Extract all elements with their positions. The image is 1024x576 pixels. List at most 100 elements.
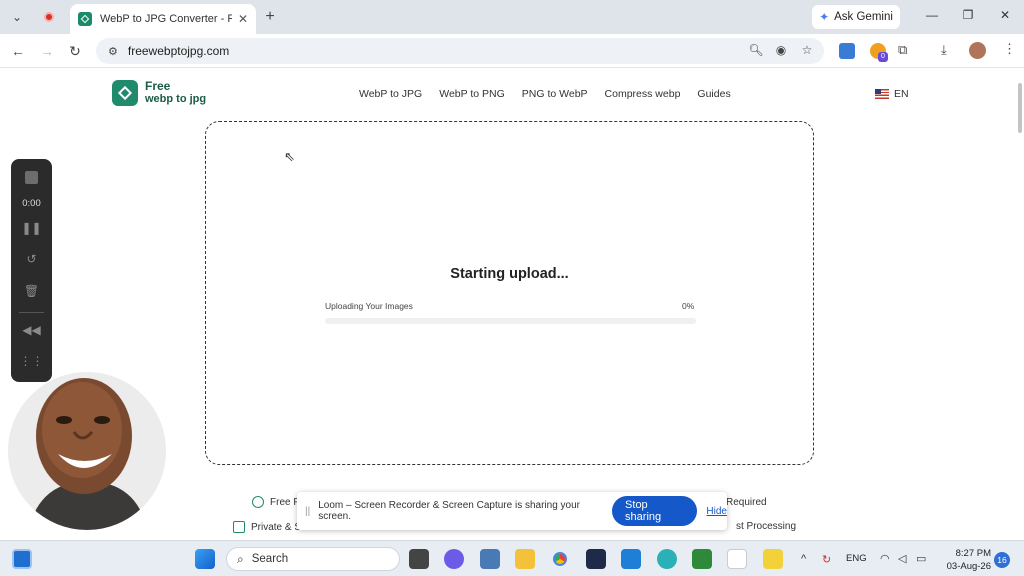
stop-sharing-button[interactable]: Stop sharing [612,496,698,526]
tracking-protection-icon[interactable]: ◉ [773,43,789,57]
grid-dots-icon[interactable]: ⋮⋮ [11,354,52,368]
remote-desktop-icon[interactable] [480,549,500,569]
reload-icon[interactable]: ↻ [65,42,85,60]
share-message: Loom – Screen Recorder & Screen Capture … [318,500,580,522]
presenter-face-image [8,372,166,530]
mouse-cursor-icon: ⇖ [284,149,295,164]
us-flag-icon [875,89,889,99]
feature-required: Required [726,497,767,508]
windows-start-icon[interactable] [195,549,215,569]
hide-banner-link[interactable]: Hide [706,506,727,517]
clock-time: 8:27 PM [955,548,991,559]
download-icon[interactable]: ⤓ [941,42,947,58]
input-language[interactable]: ENG [846,553,867,564]
taskbar-search[interactable]: ⌕ Search [226,547,400,571]
feature-required-label: Required [726,497,767,508]
widgets-icon[interactable] [12,549,32,569]
stop-recording-icon[interactable] [11,171,52,187]
nav-webp-to-png[interactable]: WebP to PNG [439,88,505,100]
upload-progress-percent: 0% [682,301,695,311]
bookmark-star-icon[interactable]: ☆ [799,43,815,57]
sticky-notes-icon[interactable] [763,549,783,569]
upload-progress-bar [325,318,696,324]
chat-app-icon[interactable] [444,549,464,569]
site-settings-icon[interactable]: ⚙ [108,45,118,58]
lock-icon [233,521,245,533]
nav-png-to-webp[interactable]: PNG to WebP [522,88,588,100]
gemini-sparkle-icon: ✦ [819,10,830,24]
drag-handle-icon[interactable]: || [305,506,310,517]
url-text: freewebptojpg.com [127,44,230,58]
translate-extension-icon[interactable] [839,43,855,59]
loom-control-bar: 0:00 ❚❚ ↺ 🗑︎ ◀◀ ⋮⋮ [11,159,52,382]
new-tab-button[interactable]: + [258,6,282,28]
notification-badge[interactable]: 16 [994,552,1010,568]
site-favicon-icon [78,12,92,26]
logo-mark-icon [112,80,138,106]
tab-active[interactable]: WebP to JPG Converter - Free, f ✕ [70,4,256,34]
volume-icon[interactable]: ◁ [898,552,906,565]
app-tools-icon[interactable] [692,549,712,569]
rewind-icon[interactable]: ◀◀ [11,323,52,337]
edge-style-app-icon[interactable] [657,549,677,569]
file-explorer-icon[interactable] [515,549,535,569]
nav-webp-to-jpg[interactable]: WebP to JPG [359,88,422,100]
browser-toolbar: ← → ↻ ⚙ freewebptojpg.com 🔍︎ ◉ ☆ 0 ⧉ ⤓ ⋮ [0,34,1024,68]
word-w-icon[interactable] [727,549,747,569]
taskbar-search-label: Search [251,553,289,565]
feature-private: Private & S [233,521,301,533]
feature-free: Free F [252,496,299,508]
feature-fast-label: st Processing [736,521,797,532]
site-logo[interactable]: Free webp to jpg [112,80,206,106]
chrome-browser-icon[interactable] [550,549,570,569]
tab-title: WebP to JPG Converter - Free, f [100,13,232,25]
vscode-icon[interactable] [621,549,641,569]
pause-icon[interactable]: ❚❚ [11,221,52,235]
recording-indicator-icon[interactable] [37,6,61,28]
language-selector[interactable]: EN [875,88,909,100]
forward-arrow-icon[interactable]: → [37,42,57,60]
zoom-icon[interactable]: 🔍︎ [748,43,764,57]
feature-free-label: Free F [270,496,300,508]
extensions-puzzle-icon[interactable]: ⧉ [898,42,907,58]
upload-status-title: Starting upload... [450,266,569,282]
upload-dropzone[interactable]: Starting upload... Uploading Your Images… [205,121,814,465]
nav-guides[interactable]: Guides [697,88,730,100]
tab-strip: ⌄ WebP to JPG Converter - Free, f ✕ + ✦ … [0,0,1024,34]
feature-fast: st Processing [736,521,796,532]
task-view-icon[interactable] [409,549,429,569]
camera-bubble[interactable] [8,372,166,530]
tray-app-icon[interactable]: ↻ [822,553,831,566]
extension-badge: 0 [878,52,888,62]
windows-taskbar: ⌕ Search ^ ↻ ENG ◠ ◁ ▭ 8:27 PM 03-Aug-26… [0,540,1024,576]
app-a-icon[interactable] [586,549,606,569]
upload-progress-label: Uploading Your Images [325,301,413,311]
loom-divider [19,312,44,313]
restart-icon[interactable]: ↺ [11,252,52,266]
minimize-button[interactable]: — [920,8,944,22]
logo-line2: webp to jpg [145,93,207,105]
delete-trash-icon[interactable]: 🗑︎ [11,284,52,298]
nav-compress-webp[interactable]: Compress webp [605,88,681,100]
menu-kebab-icon[interactable]: ⋮ [1003,41,1016,57]
back-arrow-icon[interactable]: ← [8,42,28,60]
tray-chevron-up-icon[interactable]: ^ [801,553,806,565]
site-nav: WebP to JPG WebP to PNG PNG to WebP Comp… [359,88,731,100]
screen-share-banner: || Loom – Screen Recorder & Screen Captu… [297,492,727,530]
system-clock[interactable]: 8:27 PM 03-Aug-26 [925,547,991,573]
tab-close-icon[interactable]: ✕ [238,12,248,26]
logo-line1: Free [145,79,171,93]
profile-avatar[interactable] [969,42,986,59]
check-circle-icon [252,496,264,508]
tab-list-chevron-icon[interactable]: ⌄ [5,6,29,28]
close-window-button[interactable]: ✕ [993,8,1017,22]
feature-private-label: Private & S [251,521,302,533]
restore-button[interactable]: ❐ [956,8,980,22]
ask-gemini-button[interactable]: ✦ Ask Gemini [812,5,900,29]
search-icon: ⌕ [237,551,244,566]
recording-timer: 0:00 [22,198,41,209]
page-scrollbar[interactable] [1018,83,1022,133]
wifi-icon[interactable]: ◠ [880,552,890,565]
clock-date: 03-Aug-26 [946,561,991,572]
address-bar[interactable]: ⚙ freewebptojpg.com 🔍︎ ◉ ☆ [96,38,824,64]
